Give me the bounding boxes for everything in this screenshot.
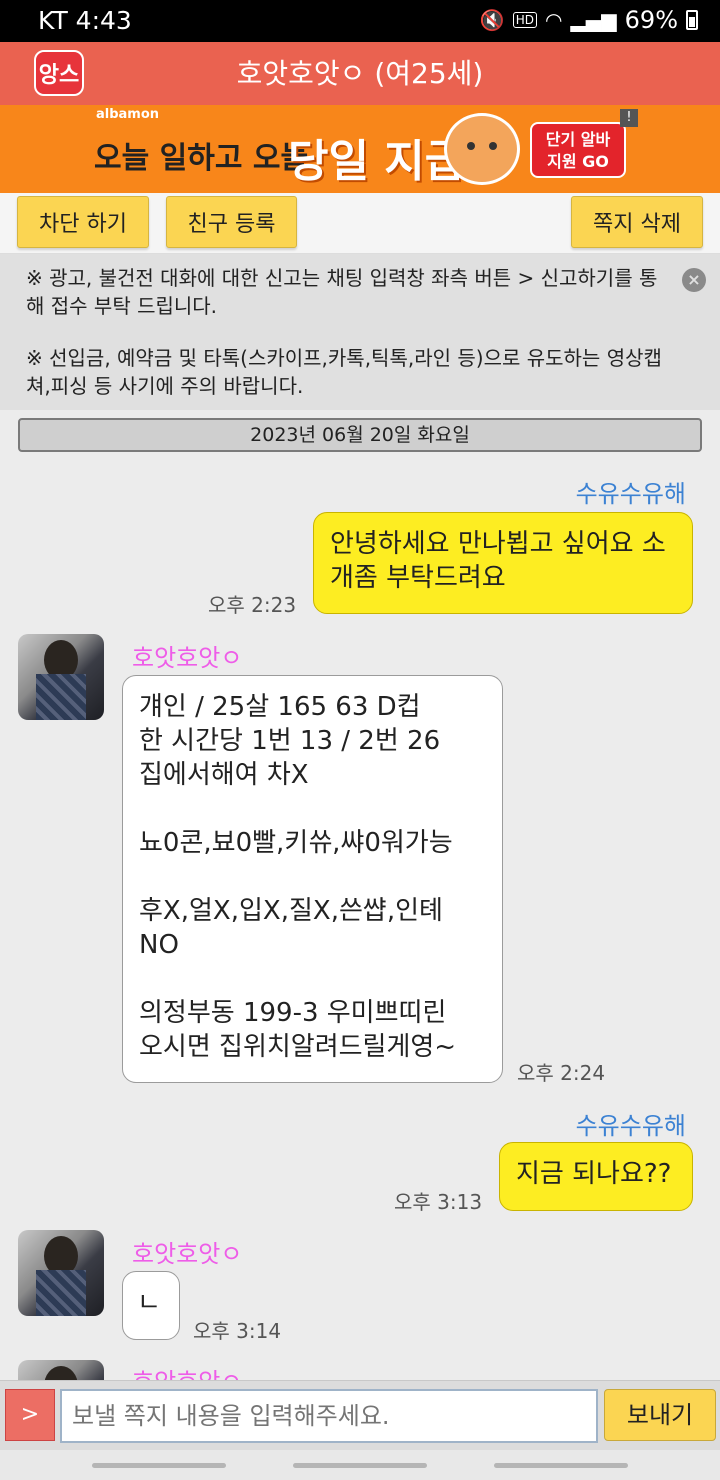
message-time: 오후 2:23 bbox=[208, 593, 297, 617]
add-friend-button[interactable]: 친구 등록 bbox=[166, 196, 297, 248]
notice-panel: ※ 광고, 불건전 대화에 대한 신고는 채팅 입력창 좌측 버튼 > 신고하기… bbox=[0, 254, 720, 410]
nav-recents-icon[interactable] bbox=[92, 1463, 226, 1468]
page-title: 호앗호앗ㅇ (여25세) bbox=[236, 57, 484, 90]
app-logo[interactable]: 앙스 bbox=[34, 50, 84, 96]
status-icons: 🔇 HD ◠ ▂▄▆ 69% bbox=[480, 6, 698, 34]
hd-icon: HD bbox=[512, 12, 538, 28]
avatar[interactable] bbox=[18, 634, 104, 720]
ad-info-icon[interactable]: ! bbox=[620, 109, 638, 127]
mute-icon: 🔇 bbox=[479, 8, 505, 32]
date-divider: 2023년 06월 20일 화요일 bbox=[18, 418, 702, 452]
sender-name: 호앗호앗ㅇ bbox=[132, 1240, 243, 1268]
ad-brand: albamon bbox=[96, 107, 160, 122]
report-button[interactable]: > bbox=[5, 1389, 55, 1441]
close-icon[interactable]: × bbox=[682, 268, 706, 292]
ad-text-primary: 오늘 일하고 오늘 bbox=[94, 141, 309, 176]
notice-report: ※ 광고, 불건전 대화에 대한 신고는 채팅 입력창 좌측 버튼 > 신고하기… bbox=[26, 266, 658, 318]
delete-message-button[interactable]: 쪽지 삭제 bbox=[571, 196, 703, 248]
status-bar: KT 4:43 🔇 HD ◠ ▂▄▆ 69% bbox=[0, 0, 720, 42]
app-header: 호앗호앗ㅇ (여25세) 앙스 bbox=[0, 42, 720, 105]
wifi-icon: ◠ bbox=[545, 8, 563, 32]
nav-back-icon[interactable] bbox=[494, 1463, 628, 1468]
ad-cta-label: 단기 알바 지원 GO bbox=[545, 130, 611, 171]
ad-banner[interactable]: albamon 오늘 일하고 오늘 당일 지급 단기 알바 지원 GO ! bbox=[0, 105, 720, 193]
sender-name: 수유수유해 bbox=[575, 1112, 686, 1140]
input-bar: > 보내기 bbox=[0, 1380, 720, 1451]
sender-name: 수유수유해 bbox=[575, 480, 686, 508]
avatar[interactable] bbox=[18, 1230, 104, 1316]
notice-fraud: ※ 선입금, 예약금 및 타톡(스카이프,카톡,틱톡,라인 등)으로 유도하는 … bbox=[26, 346, 662, 398]
message-bubble-received[interactable]: 걔인 / 25살 165 63 D컵 한 시간당 1번 13 / 2번 26 집… bbox=[122, 675, 503, 1083]
signal-icon: ▂▄▆ bbox=[570, 8, 617, 32]
message-time: 오후 3:13 bbox=[394, 1190, 483, 1214]
action-bar: 차단 하기 친구 등록 쪽지 삭제 bbox=[0, 193, 720, 254]
ad-mascot-icon bbox=[444, 113, 520, 185]
ad-cta-button[interactable]: 단기 알바 지원 GO bbox=[530, 122, 626, 178]
ad-text-highlight: 당일 지급 bbox=[288, 136, 466, 187]
message-bubble-sent[interactable]: 안녕하세요 만나뵙고 싶어요 소개좀 부탁드려요 bbox=[313, 512, 693, 614]
battery-percent: 69% bbox=[624, 6, 678, 34]
block-button[interactable]: 차단 하기 bbox=[17, 196, 149, 248]
message-input[interactable] bbox=[60, 1389, 598, 1443]
battery-icon bbox=[686, 10, 698, 30]
message-bubble-sent[interactable]: 지금 되나요?? bbox=[499, 1142, 693, 1211]
send-button[interactable]: 보내기 bbox=[604, 1389, 716, 1441]
carrier-time: KT 4:43 bbox=[38, 6, 132, 35]
system-nav-bar bbox=[0, 1450, 720, 1480]
sender-name: 호앗호앗ㅇ bbox=[132, 644, 243, 672]
message-time: 오후 3:14 bbox=[193, 1319, 282, 1343]
nav-home-icon[interactable] bbox=[293, 1463, 427, 1468]
message-time: 오후 2:24 bbox=[517, 1061, 606, 1085]
message-bubble-received[interactable]: ㄴ bbox=[122, 1271, 180, 1340]
